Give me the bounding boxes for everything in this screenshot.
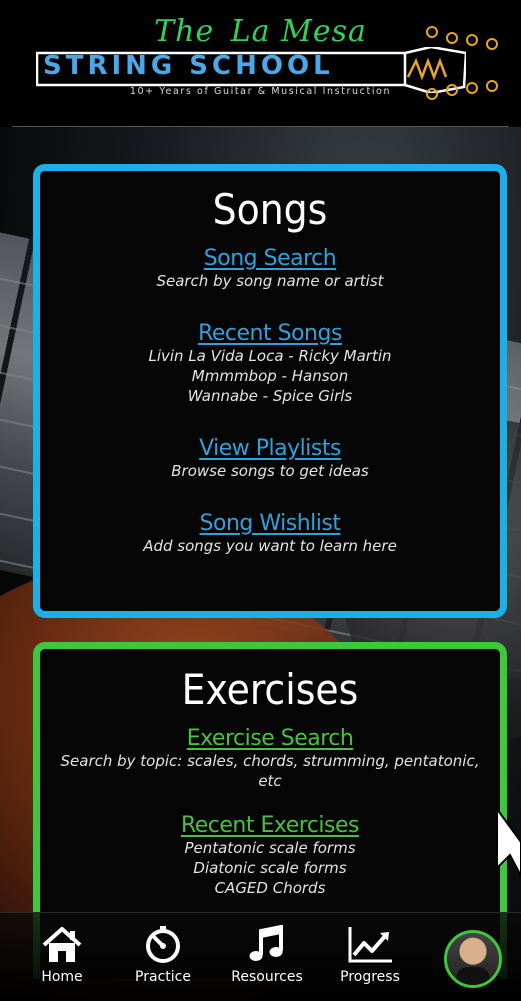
logo-script-word: La xyxy=(230,14,271,49)
view-playlists-desc: Browse songs to get ideas xyxy=(171,462,369,480)
logo-main-text: STRING SCHOOL xyxy=(43,51,334,81)
nav-practice[interactable]: Practice xyxy=(130,925,196,985)
song-wishlist-section: Song Wishlist Add songs you want to lear… xyxy=(40,511,500,556)
exercise-search-section: Exercise Search Search by topic: scales,… xyxy=(40,726,500,791)
profile-avatar[interactable] xyxy=(444,930,502,988)
song-wishlist-desc: Add songs you want to learn here xyxy=(143,537,397,555)
song-search-section: Song Search Search by song name or artis… xyxy=(40,246,500,291)
logo-script-word: The xyxy=(154,14,215,49)
exercise-search-link[interactable]: Exercise Search xyxy=(187,726,354,751)
song-search-link[interactable]: Song Search xyxy=(204,246,337,271)
recent-exercise-item[interactable]: Diatonic scale forms xyxy=(40,858,500,878)
nav-practice-label: Practice xyxy=(135,969,191,985)
nav-resources[interactable]: Resources xyxy=(228,925,306,985)
nav-progress[interactable]: Progress xyxy=(337,925,403,985)
recent-exercises-link[interactable]: Recent Exercises xyxy=(181,813,360,838)
exercise-search-desc: Search by topic: scales, chords, strummi… xyxy=(60,752,480,790)
bottom-nav: Home Practice Resources Progress xyxy=(0,912,521,1001)
nav-resources-label: Resources xyxy=(231,969,303,985)
recent-song-item[interactable]: Mmmmbop - Hanson xyxy=(40,366,500,386)
songs-card: Songs Song Search Search by song name or… xyxy=(33,164,507,618)
view-playlists-section: View Playlists Browse songs to get ideas xyxy=(40,436,500,481)
home-icon xyxy=(42,927,82,962)
app-header: The La Mesa STRING SCHOOL 10+ Years of G… xyxy=(0,0,521,127)
recent-songs-link[interactable]: Recent Songs xyxy=(198,321,342,346)
logo-script-word: Mesa xyxy=(281,14,367,49)
mouse-cursor-icon xyxy=(496,808,521,877)
song-wishlist-link[interactable]: Song Wishlist xyxy=(200,511,341,536)
nav-progress-label: Progress xyxy=(340,969,400,985)
timer-icon xyxy=(146,926,180,963)
nav-home[interactable]: Home xyxy=(32,925,92,985)
recent-song-item[interactable]: Wannabe - Spice Girls xyxy=(40,386,500,406)
recent-songs-section: Recent Songs Livin La Vida Loca - Ricky … xyxy=(40,321,500,406)
recent-exercises-section: Recent Exercises Pentatonic scale forms … xyxy=(40,813,500,898)
chart-icon xyxy=(348,927,392,963)
music-note-icon xyxy=(249,925,283,961)
recent-exercise-item[interactable]: Pentatonic scale forms xyxy=(40,838,500,858)
recent-song-item[interactable]: Livin La Vida Loca - Ricky Martin xyxy=(40,346,500,366)
recent-exercise-item[interactable]: CAGED Chords xyxy=(40,878,500,898)
view-playlists-link[interactable]: View Playlists xyxy=(199,436,341,461)
nav-home-label: Home xyxy=(41,969,83,985)
song-search-desc: Search by song name or artist xyxy=(156,272,384,290)
avatar-figure xyxy=(456,967,490,985)
songs-title: Songs xyxy=(212,185,328,234)
exercises-title: Exercises xyxy=(181,665,359,714)
logo-tagline: 10+ Years of Guitar & Musical Instructio… xyxy=(129,86,392,97)
header-divider xyxy=(12,126,509,127)
